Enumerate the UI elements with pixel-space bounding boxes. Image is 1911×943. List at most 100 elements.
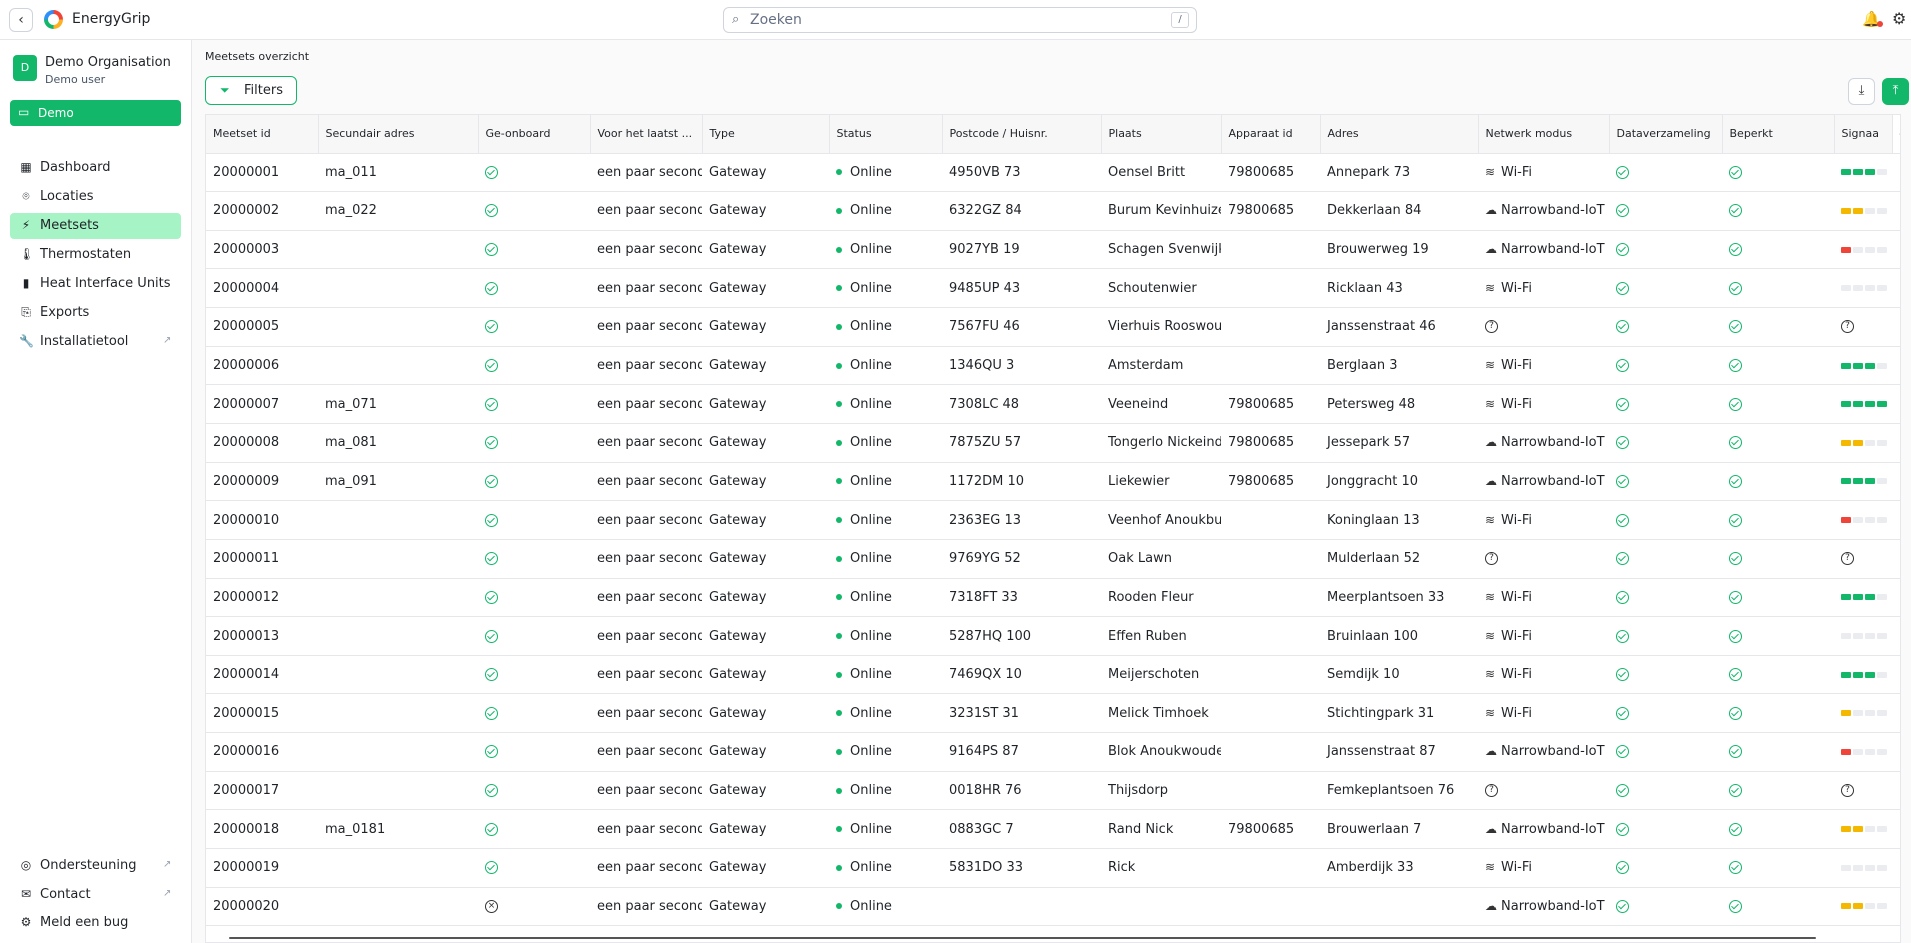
external-link-icon: ↗	[163, 859, 172, 870]
table-row[interactable]: 20000009ma_091 een paar secondenGateway On…	[206, 462, 1900, 502]
app-title: EnergyGrip	[72, 11, 151, 27]
column-header[interactable]: Postcode / Huisnr.	[942, 115, 1102, 154]
table-row[interactable]: 20000004 een paar secondenGateway Online 94…	[206, 268, 1900, 309]
column-header[interactable]: Voor het laatst ...	[590, 115, 703, 154]
sidebar-item-meetsets[interactable]: ⚡ Meetsets	[10, 213, 181, 239]
signal-bar	[1841, 710, 1851, 717]
column-header[interactable]: Dataverzameling	[1609, 115, 1723, 154]
column-header[interactable]: Netwerk modus	[1478, 115, 1610, 154]
check-circle-icon	[1616, 629, 1629, 643]
table-row[interactable]: 20000005 een paar secondenGateway Online 75…	[206, 307, 1900, 347]
status-dot	[836, 246, 842, 253]
signal-bar	[1877, 362, 1887, 369]
add-column-button[interactable]: +	[1892, 115, 1900, 154]
status-dot	[836, 207, 842, 214]
last-seen: een paar seconden	[590, 153, 702, 193]
column-header[interactable]: Ge-onboard	[478, 115, 591, 154]
last-seen: een paar seconden	[590, 307, 702, 347]
network-mode: Wi-Fi	[1501, 628, 1533, 644]
table-row[interactable]: 20000015 een paar secondenGateway Online 32…	[206, 693, 1900, 734]
table-row[interactable]: 20000003 een paar secondenGateway Online 90…	[206, 230, 1900, 270]
signal-bar	[1841, 439, 1851, 446]
table-row[interactable]: 20000012 een paar secondenGateway Online 73…	[206, 578, 1900, 618]
column-header[interactable]: Secundair adres	[318, 115, 479, 154]
horizontal-scrollbar[interactable]	[229, 937, 1816, 939]
sidebar-item-meld-een-bug[interactable]: ⚙ Meld een bug	[10, 910, 181, 936]
table-row[interactable]: 20000020 × een paar secondenGateway Online ☁…	[206, 887, 1900, 927]
secondary-address	[318, 307, 478, 347]
check-circle-icon	[485, 359, 498, 373]
signal-bar	[1853, 246, 1863, 253]
address: Mulderlaan 52	[1320, 539, 1478, 579]
signal-bar	[1853, 362, 1863, 369]
type: Gateway	[702, 423, 829, 463]
notifications-button[interactable]: 🔔	[1862, 10, 1883, 28]
place: Blok Anoukwoude	[1101, 732, 1221, 772]
signal-strength-icon	[1841, 594, 1887, 601]
column-header[interactable]: Signaa	[1834, 115, 1893, 154]
column-header[interactable]: Plaats	[1101, 115, 1222, 154]
wifi-icon: ≋	[1485, 164, 1496, 179]
filters-button[interactable]: ⏷ Filters	[205, 76, 297, 105]
sidebar-item-thermostaten[interactable]: 🌡 Thermostaten	[10, 242, 181, 268]
table-row[interactable]: 20000002ma_022 een paar secondenGateway On…	[206, 191, 1900, 231]
address: Jessepark 57	[1320, 423, 1478, 463]
signal-strength-icon	[1841, 478, 1887, 485]
table-row[interactable]: 20000008ma_081 een paar secondenGateway On…	[206, 423, 1900, 463]
column-header[interactable]: Beperkt	[1722, 115, 1835, 154]
signal-bar	[1865, 169, 1875, 176]
meetset-id: 20000003	[206, 230, 318, 270]
status-dot	[836, 555, 842, 562]
table-row[interactable]: 20000011 een paar secondenGateway Online 97…	[206, 539, 1900, 579]
app-logo-icon	[44, 10, 63, 29]
column-header[interactable]: Adres	[1320, 115, 1479, 154]
postcode: 0018HR 76	[942, 771, 1101, 811]
table-row[interactable]: 20000006 een paar secondenGateway Online 13…	[206, 346, 1900, 386]
table-row[interactable]: 20000010 een paar secondenGateway Online 23…	[206, 500, 1900, 540]
check-circle-icon	[1616, 243, 1629, 257]
status-dot	[836, 478, 842, 485]
location-pin-icon: ⌾	[22, 189, 30, 203]
column-header[interactable]: Apparaat id	[1221, 115, 1321, 154]
sidebar-item-contact[interactable]: ✉ Contact ↗	[10, 882, 181, 908]
place: Oak Lawn	[1101, 539, 1221, 579]
column-header[interactable]: Type	[702, 115, 830, 154]
sidebar-item-installatietool[interactable]: 🔧 Installatietool ↗	[10, 329, 181, 355]
upload-button[interactable]: ⤒	[1882, 78, 1909, 105]
back-button[interactable]: ‹	[9, 8, 33, 32]
signal-strength-icon	[1841, 439, 1887, 446]
network-mode: Wi-Fi	[1501, 164, 1533, 180]
table-row[interactable]: 20000001ma_011 een paar secondenGateway On…	[206, 153, 1900, 193]
status-dot	[836, 594, 842, 601]
last-seen: een paar seconden	[590, 887, 702, 927]
chevron-left-icon: ‹	[18, 12, 24, 28]
table-row[interactable]: 20000016 een paar secondenGateway Online 91…	[206, 732, 1900, 772]
postcode: 9164PS 87	[942, 732, 1101, 772]
signal-strength-icon	[1841, 207, 1887, 214]
table-row[interactable]: 20000013 een paar secondenGateway Online 52…	[206, 616, 1900, 656]
table-row[interactable]: 20000017 een paar secondenGateway Online 00…	[206, 771, 1900, 811]
download-button[interactable]: ⤓	[1848, 78, 1875, 105]
sidebar-item-heat-interface-units[interactable]: ▮ Heat Interface Units	[10, 271, 181, 297]
check-circle-icon	[1729, 204, 1742, 218]
table-row[interactable]: 20000019 een paar secondenGateway Online 58…	[206, 848, 1900, 888]
postcode: 0883GC 7	[942, 809, 1101, 850]
settings-button[interactable]: ⚙	[1892, 9, 1906, 28]
table-row[interactable]: 20000014 een paar secondenGateway Online 74…	[206, 655, 1900, 695]
search-input[interactable]	[750, 11, 1150, 29]
sidebar-item-dashboard[interactable]: ▦ Dashboard	[10, 155, 181, 181]
table-row[interactable]: 20000018ma_0181 een paar secondenGateway O…	[206, 809, 1900, 850]
sidebar-item-locaties[interactable]: ⌾ Locaties	[10, 184, 181, 210]
column-header[interactable]: Status	[829, 115, 943, 154]
search-box[interactable]: ⌕ /	[723, 7, 1197, 33]
postcode: 5831DO 33	[942, 848, 1101, 888]
table-row[interactable]: 20000007ma_071 een paar secondenGateway On…	[206, 384, 1900, 424]
demo-button[interactable]: ▭ Demo	[10, 100, 181, 126]
check-circle-icon	[485, 861, 498, 875]
last-seen: een paar seconden	[590, 616, 702, 656]
sidebar-item-exports[interactable]: ⎘ Exports	[10, 300, 181, 326]
check-circle-icon	[485, 243, 498, 257]
wifi-icon: ≋	[1485, 860, 1496, 875]
sidebar-item-ondersteuning[interactable]: ◎ Ondersteuning ↗	[10, 853, 181, 879]
column-header[interactable]: Meetset id	[206, 115, 319, 154]
